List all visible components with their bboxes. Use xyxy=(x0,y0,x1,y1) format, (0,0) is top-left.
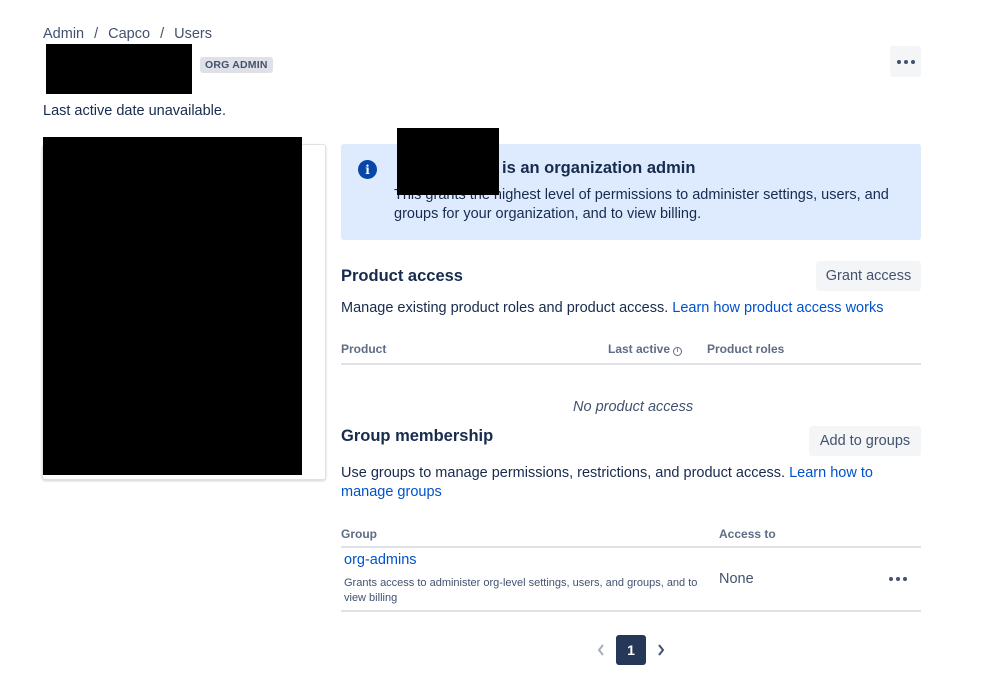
more-horizontal-icon xyxy=(910,59,915,64)
table-divider xyxy=(341,546,921,548)
column-header-group: Group xyxy=(341,527,377,541)
add-to-groups-button[interactable]: Add to groups xyxy=(809,426,921,456)
table-divider xyxy=(341,610,921,612)
column-header-access-to: Access to xyxy=(719,527,776,541)
more-horizontal-icon xyxy=(903,577,907,581)
more-horizontal-icon xyxy=(903,59,908,64)
group-membership-description-text: Use groups to manage permissions, restri… xyxy=(341,465,786,481)
product-access-learn-link[interactable]: Learn how product access works xyxy=(672,300,883,316)
column-header-product-roles: Product roles xyxy=(707,342,785,356)
no-product-access-message: No product access xyxy=(573,399,694,415)
more-actions-button[interactable] xyxy=(890,46,921,77)
breadcrumb-separator: / xyxy=(94,26,99,42)
product-access-description-text: Manage existing product roles and produc… xyxy=(341,300,669,316)
info-small-icon[interactable]: i xyxy=(673,347,683,356)
last-active-text: Last active date unavailable. xyxy=(43,103,226,119)
breadcrumb-admin[interactable]: Admin xyxy=(43,26,84,42)
redacted-user-name xyxy=(46,44,192,94)
pagination-page-button[interactable]: 1 xyxy=(616,635,646,665)
product-access-title: Product access xyxy=(341,267,463,285)
group-description: Grants access to administer org-level se… xyxy=(344,577,698,604)
breadcrumb-capco[interactable]: Capco xyxy=(108,26,150,42)
row-more-actions-button[interactable] xyxy=(884,566,912,592)
redacted-profile-details xyxy=(43,137,302,475)
breadcrumb-separator: / xyxy=(160,26,165,42)
table-divider xyxy=(341,363,921,365)
chevron-right-icon[interactable] xyxy=(652,640,670,660)
group-name-link[interactable]: org-admins xyxy=(344,552,417,568)
info-icon: i xyxy=(358,160,377,179)
chevron-left-icon[interactable] xyxy=(592,640,610,660)
org-admin-badge: ORG ADMIN xyxy=(200,57,273,73)
notice-title-text: is an organization admin xyxy=(502,159,696,177)
redacted-notice-name xyxy=(397,128,499,195)
breadcrumb-users[interactable]: Users xyxy=(174,26,212,42)
grant-access-button[interactable]: Grant access xyxy=(816,261,921,291)
more-horizontal-icon xyxy=(896,577,900,581)
product-access-description: Manage existing product roles and produc… xyxy=(341,299,921,318)
column-header-last-active-label: Last active xyxy=(608,342,671,356)
column-header-last-active: Last active i xyxy=(608,342,683,356)
column-header-product: Product xyxy=(341,342,387,356)
group-membership-description: Use groups to manage permissions, restri… xyxy=(341,464,921,502)
group-membership-title: Group membership xyxy=(341,427,494,445)
more-horizontal-icon xyxy=(889,577,893,581)
breadcrumb: Admin / Capco / Users xyxy=(43,26,212,42)
group-access-value: None xyxy=(719,571,754,587)
more-horizontal-icon xyxy=(896,59,901,64)
